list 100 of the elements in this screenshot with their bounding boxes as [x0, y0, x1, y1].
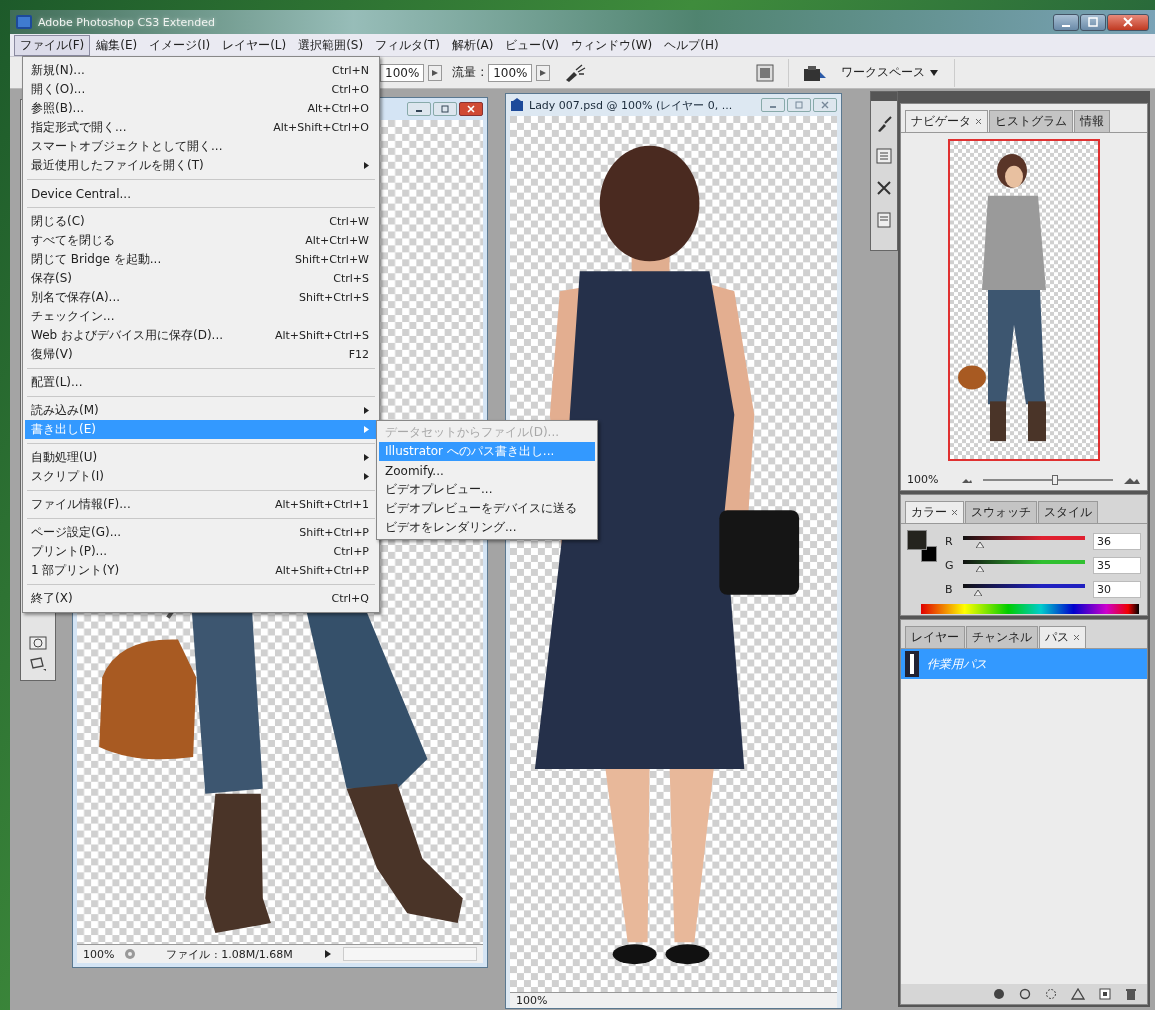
workspace-button[interactable]: ワークスペース: [835, 62, 944, 83]
note-icon[interactable]: [875, 211, 893, 229]
caret-icon: [540, 69, 547, 76]
opacity-field[interactable]: 100%: [380, 63, 425, 82]
menu-item[interactable]: チェックイン...: [25, 307, 377, 326]
slider-thumb[interactable]: [1051, 474, 1058, 485]
close-button[interactable]: [459, 102, 483, 116]
window-title: Adobe Photoshop CS3 Extended: [38, 15, 215, 29]
menu-item[interactable]: スマートオブジェクトとして開く...: [25, 137, 377, 156]
close-icon: [821, 101, 829, 109]
menu-item[interactable]: 閉じて Bridge を起動... Shift+Ctrl+W: [25, 250, 377, 269]
background-swatch[interactable]: [921, 546, 937, 562]
menu-item[interactable]: 保存(S) Ctrl+S: [25, 269, 377, 288]
browse-icon[interactable]: [803, 63, 827, 82]
menu-item[interactable]: 読み込み(M): [25, 401, 377, 420]
spectrum-bar[interactable]: [921, 604, 1139, 614]
trash-icon[interactable]: [1125, 988, 1137, 1000]
value-field[interactable]: 36: [1093, 532, 1141, 550]
minimize-button[interactable]: [407, 102, 431, 116]
menu-item[interactable]: 別名で保存(A)... Shift+Ctrl+S: [25, 288, 377, 307]
menu-item[interactable]: 解析(A): [445, 34, 500, 56]
panel-tab[interactable]: カラー: [905, 501, 964, 523]
panel-tab[interactable]: 情報: [1074, 110, 1110, 132]
menu-item[interactable]: 1 部プリント(Y) Alt+Shift+Ctrl+P: [25, 561, 377, 580]
slider-thumb[interactable]: [976, 566, 985, 572]
scissors-icon[interactable]: [875, 179, 893, 197]
palette-well-icon[interactable]: [756, 63, 774, 82]
menu-item[interactable]: 編集(E): [90, 34, 144, 56]
stroke-path-icon[interactable]: [1019, 988, 1031, 1000]
maximize-icon: [1088, 17, 1098, 27]
menu-item[interactable]: 復帰(V) F12: [25, 345, 377, 364]
menu-item[interactable]: Device Central...: [25, 184, 377, 203]
minimize-button[interactable]: [1053, 13, 1079, 31]
menu-item[interactable]: ビデオプレビュー...: [379, 480, 595, 499]
minimize-icon: [770, 106, 776, 108]
dropdown-button[interactable]: [428, 64, 443, 81]
panel-tab[interactable]: レイヤー: [905, 626, 965, 648]
menu-item[interactable]: ページ設定(G)... Shift+Ctrl+P: [25, 523, 377, 542]
close-icon: [1123, 17, 1133, 27]
slider-thumb[interactable]: [973, 590, 982, 596]
value-field[interactable]: 30: [1093, 580, 1141, 598]
brush-icon[interactable]: [875, 115, 893, 133]
menu-item[interactable]: Zoomify...: [379, 461, 595, 480]
menu-item[interactable]: フィルタ(T): [369, 34, 446, 56]
screen-mode-icon[interactable]: [29, 656, 47, 672]
menu-item[interactable]: 新規(N)... Ctrl+N: [25, 61, 377, 80]
list-icon[interactable]: [875, 147, 893, 165]
flow-field[interactable]: 100%: [488, 63, 533, 82]
panel-tab[interactable]: ヒストグラム: [989, 110, 1073, 132]
menu-item[interactable]: スクリプト(I): [25, 467, 377, 486]
menu-item[interactable]: Web およびデバイス用に保存(D)... Alt+Shift+Ctrl+S: [25, 326, 377, 345]
panel-tab[interactable]: ナビゲータ: [905, 110, 988, 132]
menu-item[interactable]: ヘルプ(H): [658, 34, 725, 56]
panel-tab[interactable]: スウォッチ: [965, 501, 1037, 523]
quick-mask-icon[interactable]: [29, 636, 47, 650]
panel-tab[interactable]: チャンネル: [966, 626, 1038, 648]
menu-item[interactable]: 開く(O)... Ctrl+O: [25, 80, 377, 99]
new-path-icon[interactable]: [1099, 988, 1111, 1000]
menu-item[interactable]: すべてを閉じる Alt+Ctrl+W: [25, 231, 377, 250]
menu-item[interactable]: 自動処理(U): [25, 448, 377, 467]
mask-icon[interactable]: [1071, 988, 1085, 1000]
panel-tab[interactable]: スタイル: [1038, 501, 1098, 523]
airbrush-icon[interactable]: [564, 63, 587, 82]
channel-label: G: [945, 558, 955, 572]
menu-item[interactable]: 指定形式で開く... Alt+Shift+Ctrl+O: [25, 118, 377, 137]
menu-item[interactable]: プリント(P)... Ctrl+P: [25, 542, 377, 561]
slider-thumb[interactable]: [976, 542, 985, 548]
menu-item[interactable]: ウィンドウ(W): [565, 34, 659, 56]
maximize-button[interactable]: [1080, 13, 1106, 31]
close-button[interactable]: [1107, 13, 1149, 31]
menu-item[interactable]: イメージ(I): [143, 34, 217, 56]
color-slider[interactable]: [963, 582, 1085, 596]
menu-item[interactable]: 配置(L)...: [25, 373, 377, 392]
document-title: Lady 007.psd @ 100% (レイヤー 0, ...: [529, 97, 733, 113]
path-name: 作業用パス: [927, 655, 987, 673]
scrollbar[interactable]: [342, 947, 477, 961]
menu-item[interactable]: 閉じる(C) Ctrl+W: [25, 212, 377, 231]
menu-item[interactable]: 参照(B)... Alt+Ctrl+O: [25, 99, 377, 118]
menu-item[interactable]: ファイル情報(F)... Alt+Shift+Ctrl+1: [25, 495, 377, 514]
menu-item[interactable]: レイヤー(L): [216, 34, 293, 56]
menu-item[interactable]: 選択範囲(S): [292, 34, 370, 56]
color-slider[interactable]: [963, 534, 1085, 548]
menu-item[interactable]: ファイル(F): [14, 34, 91, 56]
selection-icon[interactable]: [1045, 988, 1057, 1000]
document-icon: [510, 98, 524, 112]
menu-item[interactable]: ビデオプレビューをデバイスに送る: [379, 499, 595, 518]
minimize-icon: [416, 110, 422, 112]
color-slider[interactable]: [963, 558, 1085, 572]
panel-tab[interactable]: パス: [1039, 626, 1086, 648]
fill-path-icon[interactable]: [993, 988, 1005, 1000]
menu-item[interactable]: ビデオをレンダリング...: [379, 518, 595, 537]
close-icon: [467, 105, 475, 113]
menu-item[interactable]: ビュー(V): [499, 34, 566, 56]
value-field[interactable]: 35: [1093, 556, 1141, 574]
file-size: ファイル : 1.08M/1.68M: [166, 946, 293, 962]
foreground-swatch[interactable]: [907, 530, 927, 550]
dropdown-button[interactable]: [536, 64, 551, 81]
menu-item[interactable]: 終了(X) Ctrl+Q: [25, 589, 377, 608]
menu-item[interactable]: 最近使用したファイルを開く(T): [25, 156, 377, 175]
status-menu-button[interactable]: [322, 950, 333, 958]
